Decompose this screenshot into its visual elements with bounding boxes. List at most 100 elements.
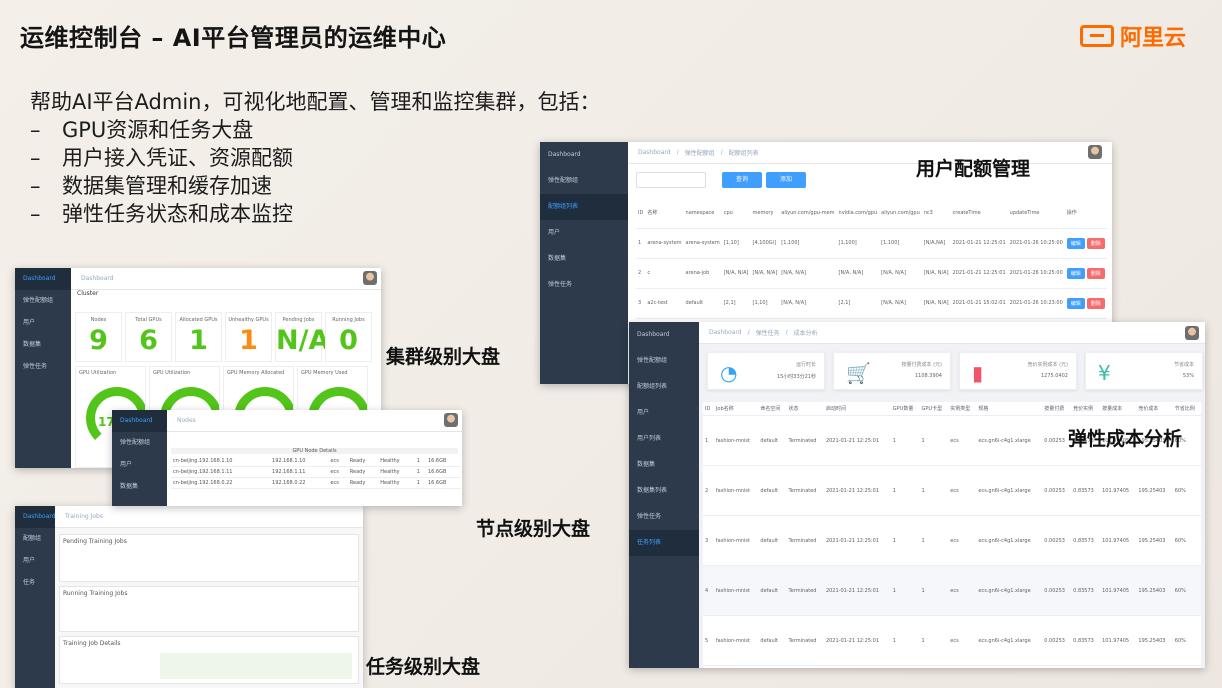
sidebar-item[interactable]: Dashboard <box>629 322 699 348</box>
sidebar: Dashboard 弹性配额组 用户 数据集 弹性任务 <box>15 268 71 468</box>
table-cell: ecs <box>948 565 977 616</box>
speedometer-icon: ◔ <box>720 361 738 385</box>
sidebar-item[interactable]: 用户 <box>629 400 699 426</box>
stat-value: 1275.0402 <box>1040 373 1068 379</box>
sidebar-item[interactable]: 任务 <box>15 572 55 594</box>
table-header-row: ID 名称 namespace cpu memory aliyun.com/gpu-mem… <box>636 198 1107 229</box>
search-input[interactable] <box>636 172 706 188</box>
sidebar-item[interactable]: 弹性配额组 <box>540 168 628 194</box>
sidebar-item[interactable]: 配额组 <box>15 528 55 550</box>
breadcrumb-separator: / <box>747 329 750 336</box>
table-cell: ecs <box>328 477 348 489</box>
column-header: 命名空间 <box>758 402 787 416</box>
sidebar-item[interactable]: 用户 <box>15 312 71 334</box>
sidebar-item[interactable]: 配额组列表 <box>629 374 699 400</box>
sidebar-item[interactable]: 弹性配额组 <box>629 348 699 374</box>
table-row[interactable]: cn-beijing.192.168.0.22 192.168.0.22 ecs Re… <box>171 477 461 489</box>
search-button[interactable]: 查询 <box>722 172 762 188</box>
node-dashboard-screenshot: Dashboard 弹性配额组 用户 数据集 Nodes GPU Node De… <box>112 410 462 506</box>
table-cell: 195.25403 <box>1136 465 1173 516</box>
breadcrumb-item[interactable]: 成本分析 <box>794 328 818 337</box>
breadcrumb-item[interactable]: Dashboard <box>638 149 671 156</box>
sidebar-item[interactable]: 弹性任务 <box>629 504 699 530</box>
table-cell: [N/A, N/A] <box>921 288 951 319</box>
avatar[interactable] <box>363 271 377 285</box>
sidebar-item[interactable]: 数据集 <box>540 246 628 272</box>
sidebar-item[interactable]: 弹性配额组 <box>112 432 167 454</box>
sidebar-item[interactable]: 用户列表 <box>629 426 699 452</box>
sidebar: Dashboard 弹性配额组 配额组列表 用户 数据集 弹性任务 <box>540 142 628 384</box>
table-cell: ecs.gn6i-c4g1.xlarge <box>976 615 1043 666</box>
panel-title: Nodes <box>177 417 196 424</box>
stat-card: ◔ 运行时长 15小时33分21秒 <box>707 352 825 390</box>
sidebar-item[interactable]: 数据集 <box>629 452 699 478</box>
table-cell: [1,100] <box>836 228 880 259</box>
column-header: memory <box>750 198 780 229</box>
row-actions: 编辑 删除 <box>1064 228 1107 259</box>
table-row[interactable]: cn-beijing.192.168.1.10 192.168.1.10 ecs Re… <box>171 456 461 467</box>
add-button[interactable]: 添加 <box>766 172 806 188</box>
table-cell: Terminated <box>786 465 824 516</box>
metric-label: Pending Jobs <box>282 317 315 323</box>
breadcrumb-item[interactable]: 配额组列表 <box>729 148 759 157</box>
edit-button[interactable]: 编辑 <box>1066 237 1085 249</box>
sidebar-item[interactable]: 数据集 <box>112 476 167 498</box>
slide-title: 运维控制台 – AI平台管理员的运维中心 <box>20 24 447 52</box>
table-row[interactable]: 3 a2c-test default [2,1] [1,10] [N/A, N/A] [2,… <box>636 288 1107 319</box>
table-cell: 2 <box>703 465 714 516</box>
table-cell: [N/A, N/A] <box>879 288 922 319</box>
avatar[interactable] <box>1088 145 1102 159</box>
table-cell: 60% <box>1172 515 1201 566</box>
breadcrumb-item[interactable]: 弹性配额组 <box>685 148 715 157</box>
table-cell: 16.6GB <box>425 456 461 467</box>
breadcrumb: Dashboard / 弹性任务 / 成本分析 <box>699 322 1205 344</box>
metric-label: Total GPUs <box>135 317 162 323</box>
table-row[interactable]: 3 fashion-mnist default Terminated 2021-01-2… <box>703 515 1201 566</box>
delete-button[interactable]: 删除 <box>1086 267 1105 279</box>
column-header: GPU数量 <box>890 402 920 416</box>
section-title: Running Training Jobs <box>63 590 128 597</box>
sidebar-item[interactable]: 用户 <box>15 550 55 572</box>
table-cell: Ready <box>347 456 379 467</box>
table-cell: 0.00253 <box>1042 415 1072 466</box>
sidebar-item[interactable]: Dashboard <box>112 410 167 432</box>
sidebar-item[interactable]: 任务列表 <box>629 530 699 556</box>
sidebar-item[interactable]: Dashboard <box>540 142 628 168</box>
topbar: Nodes <box>167 410 462 432</box>
table-cell: [N/A, N/A] <box>779 258 837 289</box>
table-cell: ecs.gn6i-c4g1.xlarge <box>976 415 1043 466</box>
delete-button[interactable]: 删除 <box>1086 237 1105 249</box>
table-cell: 2021-01-26 10:25:00 <box>1007 228 1065 259</box>
table-row[interactable]: 1 arena-system arena-system [1,10] [4,100Gi]… <box>636 228 1107 259</box>
sidebar-item[interactable]: 用户 <box>112 454 167 476</box>
table-row[interactable]: 2 fashion-mnist default Terminated 2021-01-2… <box>703 465 1201 516</box>
bar-chart-icon: ▮ <box>972 361 984 385</box>
sidebar-item[interactable]: 数据集列表 <box>629 478 699 504</box>
sidebar-item[interactable]: 数据集 <box>15 334 71 356</box>
edit-button[interactable]: 编辑 <box>1066 297 1085 309</box>
table-cell: Healthy <box>378 477 415 489</box>
stat-card: 🛒 按量付费成本 (元) 1108.3904 <box>833 352 951 390</box>
avatar[interactable] <box>1185 326 1199 340</box>
breadcrumb-item[interactable]: 弹性任务 <box>756 328 780 337</box>
sidebar-item[interactable]: 用户 <box>540 220 628 246</box>
sidebar: Dashboard 弹性配额组 用户 数据集 <box>112 410 167 506</box>
sidebar-item[interactable]: 弹性任务 <box>15 356 71 378</box>
breadcrumb-item[interactable]: Dashboard <box>709 329 742 336</box>
avatar[interactable] <box>444 413 458 427</box>
sidebar-item[interactable]: 弹性任务 <box>540 272 628 298</box>
sidebar-item[interactable]: 配额组列表 <box>540 194 628 220</box>
table-cell: 2021-01-21 15:02:01 <box>950 288 1008 319</box>
table-row[interactable]: 4 fashion-mnist default Terminated 2021-01-2… <box>703 565 1201 616</box>
delete-button[interactable]: 删除 <box>1086 297 1105 309</box>
column-header: 名称 <box>645 198 684 229</box>
table-row[interactable]: 5 fashion-mnist default Terminated 2021-01-2… <box>703 615 1201 666</box>
sidebar-item[interactable]: Dashboard <box>15 506 56 528</box>
table-row[interactable]: cn-beijing.192.168.1.11 192.168.1.11 ecs Re… <box>171 466 461 478</box>
table-row[interactable]: 2 c arena-job [N/A, N/A] [N/A, N/A] [N/A, N/A… <box>636 258 1107 289</box>
table-cell: 1 <box>703 415 714 466</box>
edit-button[interactable]: 编辑 <box>1066 267 1085 279</box>
metric-card: Allocated GPUs 1 <box>175 312 222 362</box>
sidebar-item[interactable]: 弹性配额组 <box>15 290 71 312</box>
sidebar-item[interactable]: Dashboard <box>15 268 71 290</box>
